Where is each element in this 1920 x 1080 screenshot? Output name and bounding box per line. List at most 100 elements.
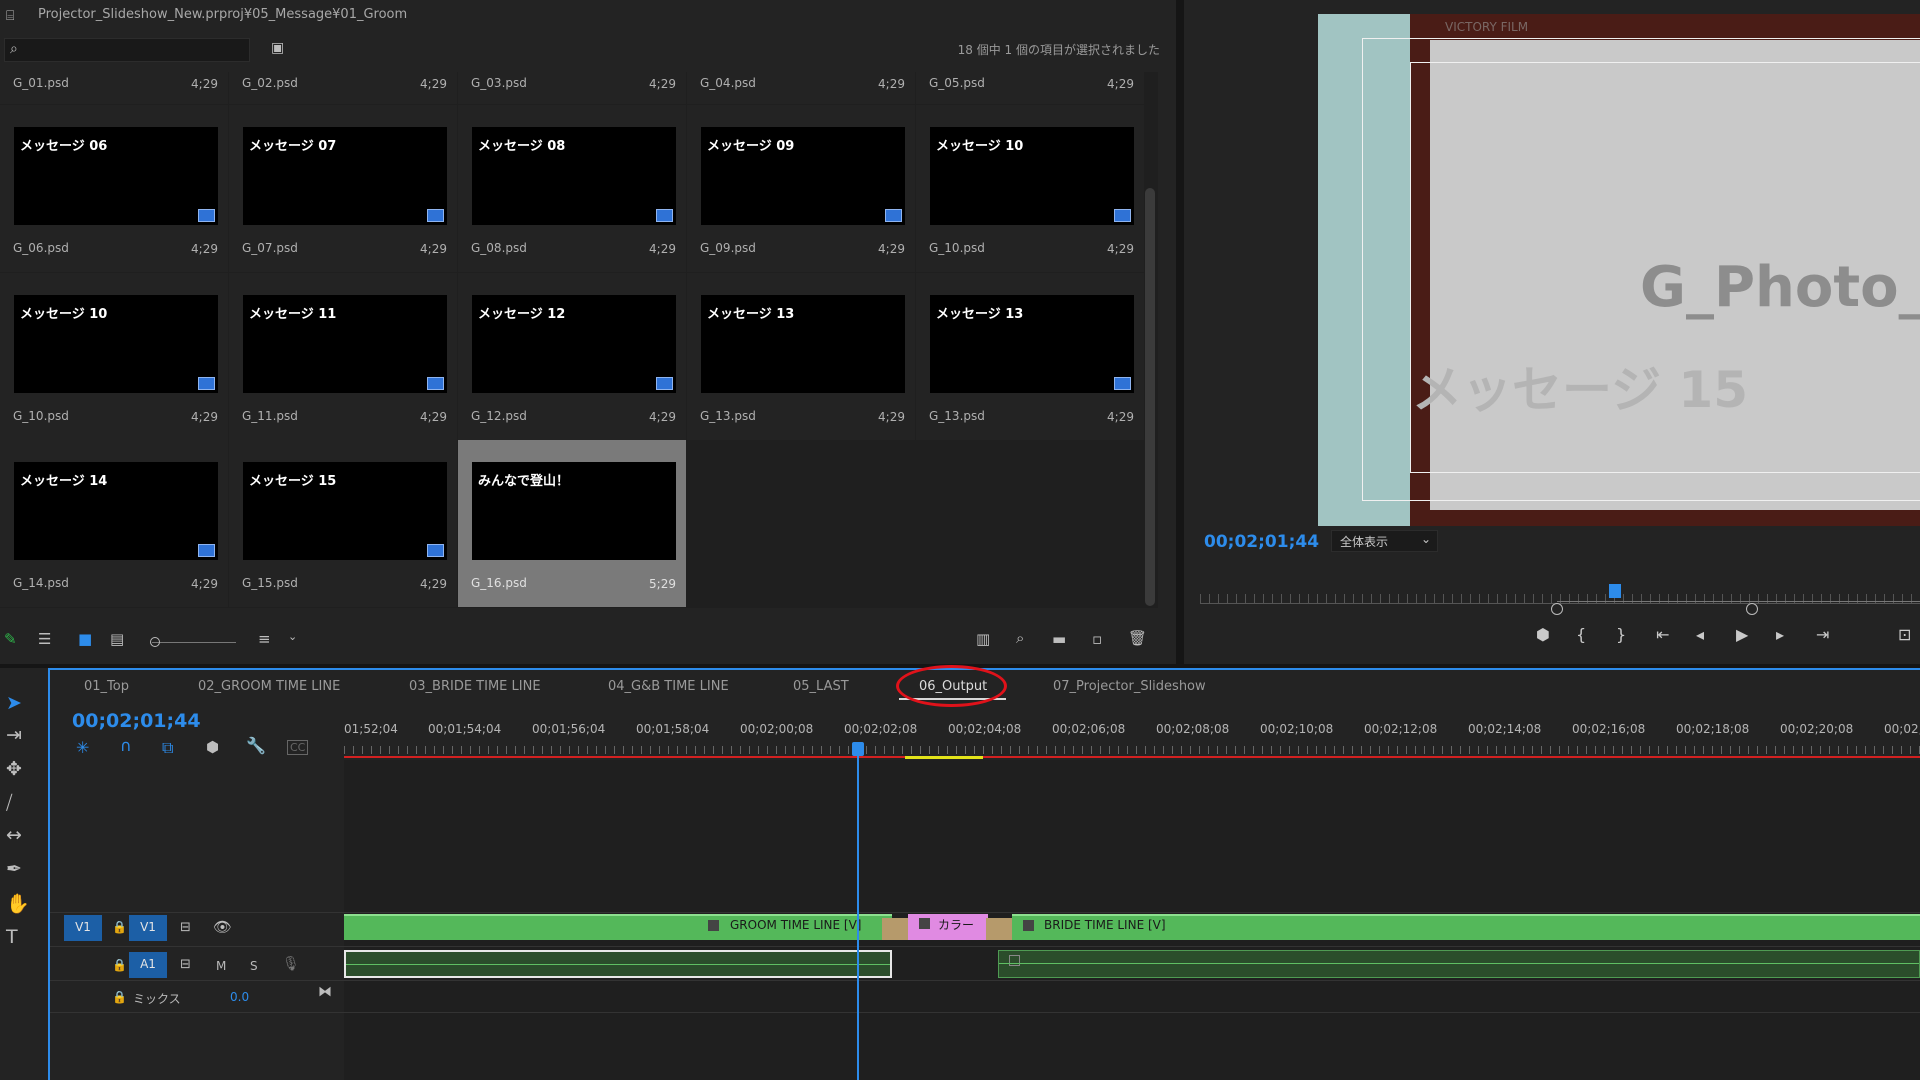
hand-tool-icon[interactable]: ✋ [6, 892, 30, 915]
timeline-timecode[interactable]: 00;02;01;44 [72, 710, 201, 732]
new-item-icon[interactable]: ▫ [1092, 630, 1102, 648]
mute-button[interactable]: M [216, 959, 226, 973]
list-item[interactable]: メッセージ 15 G_15.psd 4;29 [229, 440, 457, 607]
transition-right[interactable] [986, 918, 1012, 940]
track-select-tool-icon[interactable]: ⇥ [6, 724, 22, 746]
razor-tool-icon[interactable]: ⧸ [6, 792, 12, 814]
zoom-slider-handle[interactable] [150, 637, 160, 647]
type-tool-icon[interactable]: T [6, 926, 18, 948]
list-item[interactable]: メッセージ 13 G_13.psd 4;29 [687, 273, 915, 440]
list-item[interactable]: G_03.psd 4;29 [458, 72, 686, 104]
panel-divider[interactable] [1176, 0, 1184, 664]
lock-icon[interactable]: 🔒 [112, 990, 127, 1004]
lock-icon[interactable]: 🔒 [112, 958, 127, 972]
selection-tool-icon[interactable]: ➤ [6, 692, 22, 714]
list-item-selected[interactable]: みんなで登山！ G_16.psd 5;29 [458, 440, 686, 607]
list-item[interactable]: メッセージ 14 G_14.psd 4;29 [0, 440, 228, 607]
sync-lock-icon[interactable]: ⊟ [180, 920, 191, 935]
snap-icon[interactable]: ∩ [120, 736, 132, 755]
nest-icon[interactable]: ✳ [76, 738, 89, 757]
list-item[interactable]: G_05.psd 4;29 [916, 72, 1144, 104]
step-back-icon[interactable]: ◂ [1696, 625, 1704, 644]
new-search-bin-icon[interactable]: ▣ [271, 40, 284, 56]
microphone-icon[interactable]: 🎙 [282, 956, 300, 972]
scrollbar[interactable] [1145, 188, 1155, 606]
go-to-in-icon[interactable]: ⇤ [1656, 625, 1669, 644]
step-forward-icon[interactable]: ▸ [1776, 625, 1784, 644]
export-frame-icon[interactable]: ⊡ [1898, 625, 1911, 644]
bride-audio-clip[interactable] [998, 950, 1920, 978]
list-item[interactable]: メッセージ 10 G_10.psd 4;29 [0, 273, 228, 440]
list-item[interactable]: メッセージ 07 G_07.psd 4;29 [229, 105, 457, 272]
lock-icon[interactable]: 🔒 [112, 920, 127, 934]
search-input[interactable]: ⌕ [4, 38, 250, 62]
time-ruler[interactable]: 01;52;04 00;01;54;04 00;01;56;04 00;01;5… [344, 718, 1920, 758]
project-path: Projector_Slideshow_New.prproj¥05_Messag… [38, 7, 408, 22]
project-grid: G_01.psd 4;29 G_02.psd 4;29 G_03.psd 4;29 G… [0, 72, 1158, 608]
highlight-circle [896, 665, 1007, 707]
zoom-bar-left-handle[interactable] [1551, 603, 1563, 615]
new-bin-icon[interactable]: ▬ [1052, 630, 1066, 648]
ripple-edit-tool-icon[interactable]: ✥ [6, 758, 22, 780]
transition-left[interactable] [882, 918, 908, 940]
sync-lock-icon[interactable]: ⊟ [180, 957, 191, 972]
go-to-out-icon[interactable]: ⇥ [1816, 625, 1829, 644]
folder-up-icon[interactable]: ⌸ [6, 8, 14, 24]
tab-07-projector[interactable]: 07_Projector_Slideshow [1053, 679, 1206, 694]
list-item[interactable]: メッセージ 06 G_06.psd 4;29 [0, 105, 228, 272]
tab-03-bride[interactable]: 03_BRIDE TIME LINE [409, 679, 541, 694]
eye-icon[interactable]: 👁 [213, 918, 232, 936]
list-item[interactable]: G_04.psd 4;29 [687, 72, 915, 104]
zoom-select[interactable]: 全体表示 ⌄ [1331, 530, 1438, 552]
v1-track-target[interactable]: V1 [129, 915, 167, 941]
tab-04-gb[interactable]: 04_G&B TIME LINE [608, 679, 729, 694]
groom-clip[interactable]: GROOM TIME LINE [V] [344, 914, 892, 940]
monitor-ruler[interactable] [1200, 594, 1920, 604]
color-matte-clip[interactable]: カラー [908, 914, 988, 940]
freeform-view-icon[interactable]: ▤ [110, 630, 124, 648]
add-marker-icon[interactable]: ⬢ [206, 738, 219, 756]
monitor-timecode[interactable]: 00;02;01;44 [1204, 532, 1319, 552]
v1-source-patch[interactable]: V1 [64, 915, 102, 941]
zoom-bar-right-handle[interactable] [1746, 603, 1758, 615]
captions-icon[interactable]: CC [287, 740, 309, 755]
tab-01-top[interactable]: 01_Top [84, 679, 129, 694]
icon-view-icon[interactable]: ■ [78, 630, 92, 648]
tab-05-last[interactable]: 05_LAST [793, 679, 849, 694]
mark-in-icon[interactable]: { [1576, 625, 1586, 644]
solo-button[interactable]: S [250, 959, 258, 973]
linked-selection-icon[interactable]: ⧉ [162, 738, 173, 758]
mark-out-icon[interactable]: } [1616, 625, 1626, 644]
list-item[interactable]: G_02.psd 4;29 [229, 72, 457, 104]
thumbnail: メッセージ 08 [472, 127, 676, 225]
list-item[interactable]: メッセージ 11 G_11.psd 4;29 [229, 273, 457, 440]
go-to-end-icon[interactable]: ⧓ [318, 984, 332, 1000]
pen-tool-icon[interactable]: ✒ [6, 858, 22, 880]
sort-icon[interactable]: ≡ [258, 630, 271, 648]
zoom-slider[interactable] [152, 642, 236, 643]
play-icon[interactable]: ▶ [1736, 625, 1748, 644]
list-view-icon[interactable]: ☰ [38, 630, 51, 648]
a1-track-target[interactable]: A1 [129, 952, 167, 978]
list-item[interactable]: G_01.psd 4;29 [0, 72, 228, 104]
monitor-zoom-bar[interactable] [1557, 601, 1920, 602]
chevron-down-icon[interactable]: ⌄ [288, 630, 297, 643]
list-item[interactable]: メッセージ 10 G_10.psd 4;29 [916, 105, 1144, 272]
tab-02-groom[interactable]: 02_GROOM TIME LINE [198, 679, 340, 694]
add-marker-icon[interactable]: ⬢ [1536, 625, 1550, 644]
list-item[interactable]: メッセージ 09 G_09.psd 4;29 [687, 105, 915, 272]
mix-value[interactable]: 0.0 [230, 990, 249, 1004]
list-item[interactable]: メッセージ 08 G_08.psd 4;29 [458, 105, 686, 272]
list-item[interactable]: メッセージ 13 G_13.psd 4;29 [916, 273, 1144, 440]
find-icon[interactable]: ⌕ [1016, 629, 1024, 647]
wrench-icon[interactable]: 🔧 [246, 736, 266, 755]
slip-tool-icon[interactable]: ↔ [6, 824, 22, 846]
groom-audio-clip[interactable] [344, 950, 892, 978]
pencil-icon[interactable]: ✎ [4, 630, 17, 648]
monitor-playhead[interactable] [1609, 584, 1621, 598]
automate-to-sequence-icon[interactable]: ▥ [976, 630, 990, 648]
bride-clip[interactable]: BRIDE TIME LINE [V] [1012, 914, 1920, 940]
list-item[interactable]: メッセージ 12 G_12.psd 4;29 [458, 273, 686, 440]
trash-icon[interactable]: 🗑 [1128, 629, 1147, 647]
playhead[interactable] [852, 742, 864, 756]
